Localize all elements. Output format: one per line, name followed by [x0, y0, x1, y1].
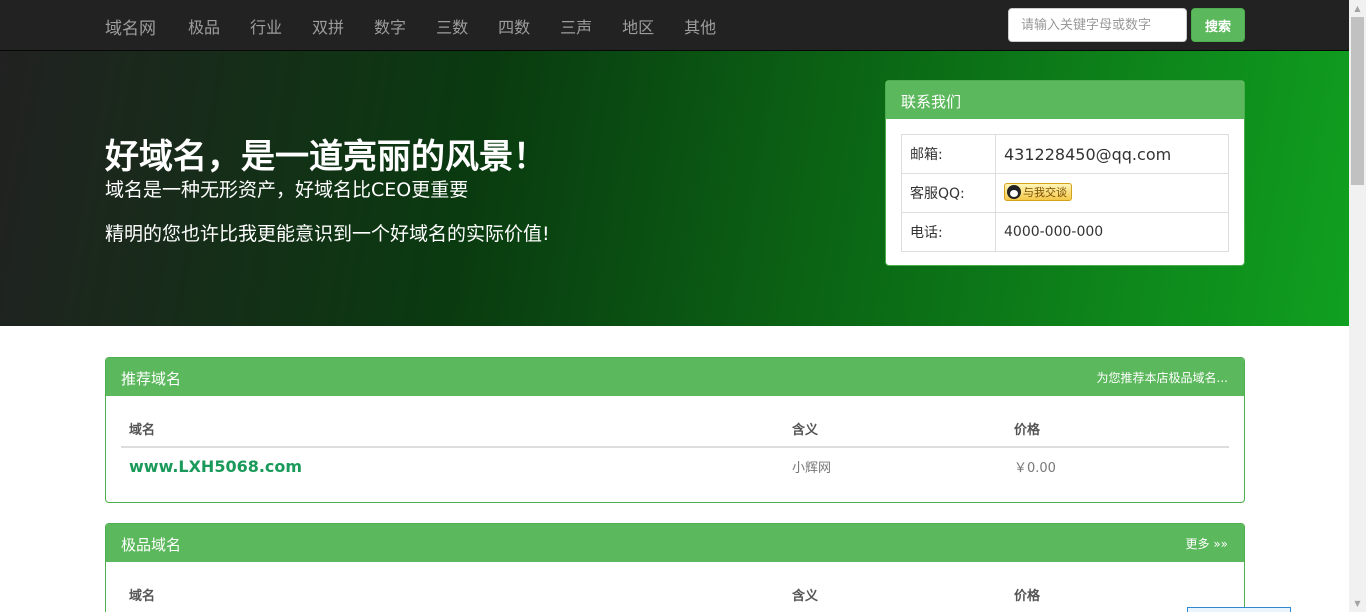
- top-navbar: 域名网 极品 行业 双拼 数字 三数 四数 三声 地区 其他 搜索: [0, 0, 1349, 51]
- qq-chat-label: 与我交谈: [1023, 186, 1067, 199]
- recommended-more-link[interactable]: 为您推荐本店极品域名...: [1097, 369, 1228, 386]
- recommended-panel-header: 推荐域名 为您推荐本店极品域名...: [106, 358, 1244, 396]
- column-header-domain: 域名: [121, 577, 784, 612]
- nav-link-sishu[interactable]: 四数: [498, 14, 530, 38]
- hero-subtitle: 域名是一种无形资产，好域名比CEO更重要: [105, 179, 469, 201]
- contact-phone-value: 4000-000-000: [995, 212, 1229, 252]
- contact-label: 邮箱:: [901, 134, 996, 174]
- recommended-panel: 推荐域名 为您推荐本店极品域名... 域名 含义 价格 www.LXH5068.…: [105, 357, 1245, 503]
- search-input[interactable]: [1008, 8, 1187, 42]
- nav-link-qita[interactable]: 其他: [684, 14, 716, 38]
- contact-label: 客服QQ:: [901, 173, 996, 213]
- qq-chat-button[interactable]: 与我交谈: [1004, 183, 1072, 201]
- hero-title: 好域名，是一道亮丽的风景！: [105, 137, 547, 177]
- scroll-thumb[interactable]: [1351, 17, 1364, 185]
- nav-link-jipin[interactable]: 极品: [188, 14, 220, 38]
- contact-table: 邮箱: 431228450@qq.com 客服QQ: 与我交谈 电话: 4000…: [901, 134, 1229, 252]
- premium-panel-title: 极品域名: [121, 536, 182, 554]
- nav-link-sansheng[interactable]: 三声: [560, 14, 592, 38]
- search-button[interactable]: 搜索: [1191, 8, 1245, 42]
- nav-links: 极品 行业 双拼 数字 三数 四数 三声 地区 其他: [188, 14, 746, 38]
- recommended-table: 域名 含义 价格 www.LXH5068.com 小辉网 ￥0.00: [121, 411, 1229, 485]
- hero-tagline: 精明的您也许比我更能意识到一个好域名的实际价值!: [105, 223, 550, 245]
- contact-email-value: 431228450@qq.com: [995, 134, 1229, 174]
- column-header-meaning: 含义: [784, 577, 1006, 612]
- floating-service-tab[interactable]: [1187, 607, 1291, 612]
- page-scrollbar[interactable]: ▲ ▼: [1349, 0, 1366, 612]
- scroll-up-arrow-icon[interactable]: ▲: [1349, 0, 1366, 17]
- table-header-row: 域名 含义 价格: [121, 577, 1229, 612]
- contact-panel: 联系我们 邮箱: 431228450@qq.com 客服QQ: 与我交谈 电话:…: [885, 80, 1245, 266]
- premium-panel-header: 极品域名 更多 »»: [106, 524, 1244, 562]
- recommended-panel-title: 推荐域名: [121, 370, 182, 388]
- contact-qq-cell: 与我交谈: [995, 173, 1229, 213]
- hero-banner: 好域名，是一道亮丽的风景！ 域名是一种无形资产，好域名比CEO更重要 精明的您也…: [0, 51, 1349, 326]
- domain-meaning: 小辉网: [792, 461, 832, 476]
- contact-row-qq: 客服QQ: 与我交谈: [901, 173, 1229, 213]
- domain-price: ￥0.00: [1014, 461, 1056, 476]
- column-header-price: 价格: [1006, 411, 1229, 448]
- premium-table: 域名 含义 价格: [121, 577, 1229, 612]
- column-header-meaning: 含义: [784, 411, 1006, 448]
- premium-panel: 极品域名 更多 »» 域名 含义 价格: [105, 523, 1245, 612]
- qq-penguin-icon: [1007, 185, 1021, 199]
- nav-link-sanshu[interactable]: 三数: [436, 14, 468, 38]
- contact-panel-title: 联系我们: [886, 81, 1244, 119]
- nav-link-shuangpin[interactable]: 双拼: [312, 14, 344, 38]
- table-header-row: 域名 含义 价格: [121, 411, 1229, 448]
- nav-link-shuzi[interactable]: 数字: [374, 14, 406, 38]
- table-row: www.LXH5068.com 小辉网 ￥0.00: [121, 447, 1229, 485]
- contact-label: 电话:: [901, 212, 996, 252]
- premium-more-link[interactable]: 更多 »»: [1186, 535, 1229, 552]
- contact-row-email: 邮箱: 431228450@qq.com: [901, 134, 1229, 174]
- nav-link-hangye[interactable]: 行业: [250, 14, 282, 38]
- scroll-down-arrow-icon[interactable]: ▼: [1349, 595, 1366, 612]
- column-header-domain: 域名: [121, 411, 784, 448]
- contact-row-phone: 电话: 4000-000-000: [901, 212, 1229, 252]
- nav-link-diqu[interactable]: 地区: [622, 14, 654, 38]
- brand-link[interactable]: 域名网: [105, 14, 156, 39]
- domain-link[interactable]: www.LXH5068.com: [121, 447, 784, 485]
